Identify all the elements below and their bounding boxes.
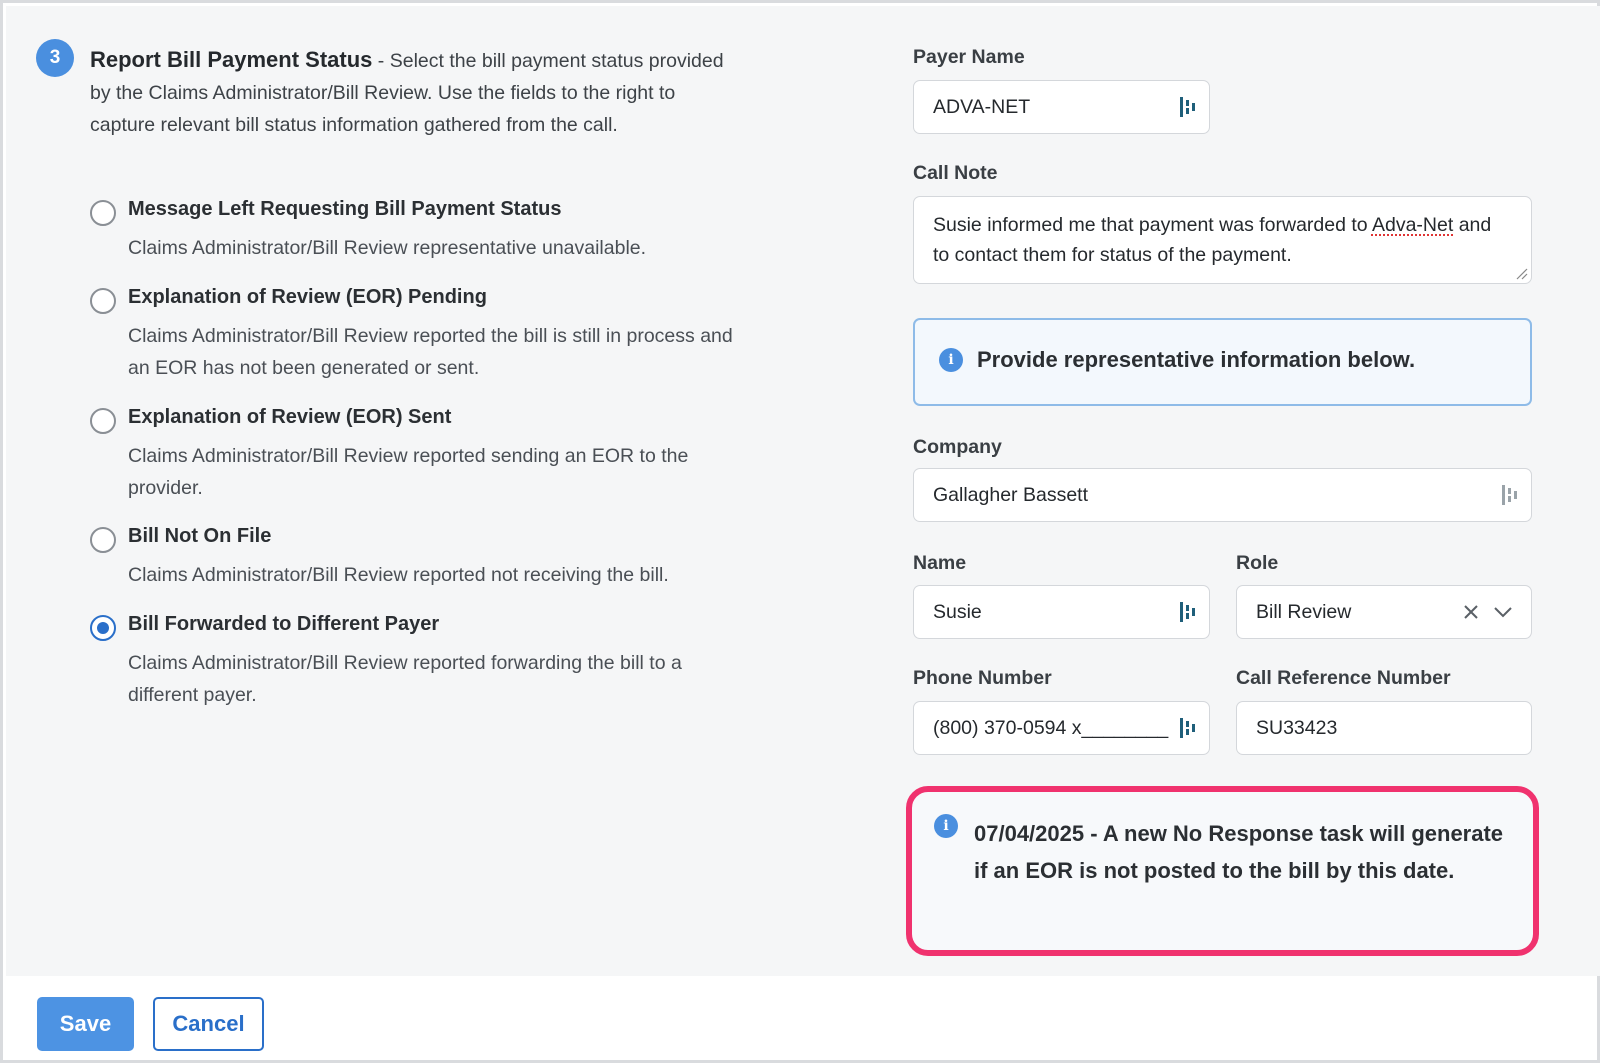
- spellcheck-flagged-word: Adva-Net: [1371, 214, 1454, 236]
- option-label: Explanation of Review (EOR) Pending: [128, 286, 487, 308]
- call-note-label: Call Note: [913, 162, 998, 184]
- role-value: Bill Review: [1256, 600, 1352, 623]
- option-description: Claims Administrator/Bill Review reporte…: [128, 652, 682, 706]
- clear-icon[interactable]: [1463, 604, 1479, 620]
- option-label: Explanation of Review (EOR) Sent: [128, 406, 452, 428]
- radio-button-selected[interactable]: [90, 615, 116, 641]
- step-title: Report Bill Payment Status: [90, 47, 373, 72]
- payer-name-label: Payer Name: [913, 46, 1025, 68]
- no-response-alert-text: 07/04/2025 - A new No Response task will…: [974, 821, 1504, 883]
- password-manager-icon[interactable]: [1177, 95, 1199, 119]
- step-intro: Report Bill Payment Status - Select the …: [90, 44, 740, 141]
- option-description: Claims Administrator/Bill Review reporte…: [128, 325, 733, 379]
- name-input[interactable]: Susie: [913, 585, 1210, 639]
- company-input[interactable]: Gallagher Bassett: [913, 468, 1532, 522]
- call-reference-value: SU33423: [1256, 716, 1338, 739]
- phone-number-value: (800) 370-0594 x________: [933, 716, 1169, 739]
- status-option-bill-forwarded[interactable]: Bill Forwarded to Different Payer Claims…: [90, 613, 750, 713]
- info-icon: i: [934, 814, 958, 838]
- call-reference-label: Call Reference Number: [1236, 667, 1451, 689]
- company-value: Gallagher Bassett: [933, 483, 1089, 506]
- password-manager-icon[interactable]: [1499, 483, 1521, 507]
- option-label: Bill Not On File: [128, 525, 272, 547]
- option-description: Claims Administrator/Bill Review represe…: [128, 237, 647, 259]
- save-button[interactable]: Save: [37, 997, 134, 1051]
- option-label: Message Left Requesting Bill Payment Sta…: [128, 198, 562, 220]
- info-icon: i: [939, 348, 963, 372]
- call-note-textarea[interactable]: Susie informed me that payment was forwa…: [913, 196, 1532, 284]
- name-label: Name: [913, 552, 967, 574]
- option-description: Claims Administrator/Bill Review reporte…: [128, 564, 669, 586]
- radio-button[interactable]: [90, 200, 116, 226]
- cancel-button[interactable]: Cancel: [153, 997, 264, 1051]
- rep-info-banner: i Provide representative information bel…: [913, 318, 1532, 406]
- phone-number-input[interactable]: (800) 370-0594 x________: [913, 701, 1210, 755]
- radio-button[interactable]: [90, 527, 116, 553]
- option-label: Bill Forwarded to Different Payer: [128, 613, 440, 635]
- role-select[interactable]: Bill Review: [1236, 585, 1532, 639]
- password-manager-icon[interactable]: [1177, 600, 1199, 624]
- radio-button[interactable]: [90, 408, 116, 434]
- radio-button[interactable]: [90, 288, 116, 314]
- phone-number-label: Phone Number: [913, 667, 1052, 689]
- status-option-eor-pending[interactable]: Explanation of Review (EOR) Pending Clai…: [90, 286, 750, 386]
- call-reference-input[interactable]: SU33423: [1236, 701, 1532, 755]
- option-description: Claims Administrator/Bill Review reporte…: [128, 445, 689, 499]
- role-label: Role: [1236, 552, 1279, 574]
- call-note-text: Susie informed me that payment was forwa…: [933, 214, 1372, 236]
- status-option-message-left[interactable]: Message Left Requesting Bill Payment Sta…: [90, 198, 750, 268]
- resize-grip-icon[interactable]: [1516, 268, 1528, 280]
- no-response-alert: i 07/04/2025 - A new No Response task wi…: [906, 786, 1539, 956]
- step-number-badge: 3: [36, 39, 74, 77]
- company-label: Company: [913, 436, 1002, 458]
- payer-name-value: ADVA-NET: [933, 95, 1031, 118]
- status-option-bill-not-on-file[interactable]: Bill Not On File Claims Administrator/Bi…: [90, 525, 750, 595]
- status-option-eor-sent[interactable]: Explanation of Review (EOR) Sent Claims …: [90, 406, 750, 506]
- payer-name-input[interactable]: ADVA-NET: [913, 80, 1210, 134]
- chevron-down-icon[interactable]: [1493, 606, 1513, 618]
- rep-info-text: Provide representative information below…: [977, 347, 1416, 372]
- name-value: Susie: [933, 600, 982, 623]
- password-manager-icon[interactable]: [1177, 716, 1199, 740]
